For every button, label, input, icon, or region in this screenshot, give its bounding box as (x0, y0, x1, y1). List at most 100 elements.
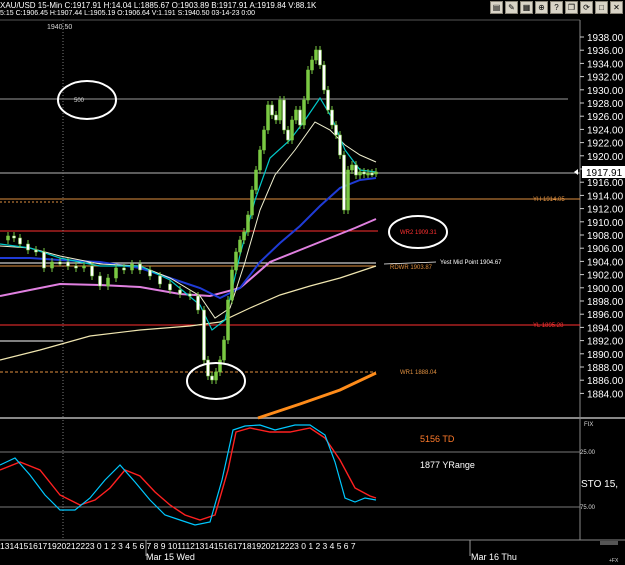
day-label-2: Mar 16 Thu (471, 552, 517, 562)
candle-body (326, 89, 330, 111)
label-yl: YL 1895.28 (533, 323, 564, 329)
candle-body (342, 154, 346, 211)
candle-body (196, 295, 200, 311)
circle-annotation-500 (57, 80, 117, 120)
candle-body (66, 261, 70, 267)
candle-body (6, 235, 10, 241)
candle-body (298, 109, 302, 126)
candle-body (318, 49, 322, 66)
price-tick-label: 1920.00 (587, 152, 624, 163)
candle-body (246, 214, 250, 233)
candle-body (270, 104, 274, 116)
price-tick-label: 1898.00 (587, 297, 624, 308)
sto-label: STO 15, (581, 479, 618, 490)
price-tick-label: 1930.00 (587, 86, 624, 97)
candle-body (290, 119, 294, 141)
price-tick-label: 1890.00 (587, 350, 624, 361)
candle-body (178, 289, 182, 295)
candle-body (226, 299, 230, 341)
candle-body (358, 171, 362, 176)
price-tick-label: 1932.00 (587, 73, 624, 84)
candle-body (58, 261, 62, 265)
candle-body (138, 263, 142, 271)
candle-body (258, 149, 262, 171)
candle-body (82, 265, 86, 269)
label-500: 500 (74, 98, 85, 104)
candle-body (42, 251, 46, 269)
price-pointer-icon (574, 169, 578, 175)
label-yest-mid: Yest Mid Point 1904.67 (440, 260, 502, 266)
price-tick-label: 1900.00 (587, 284, 624, 295)
label-rdwr: RDWR 1903.87 (390, 265, 433, 271)
candle-body (286, 129, 290, 141)
candle-body (322, 64, 326, 91)
price-tick-label: 1934.00 (587, 59, 624, 70)
chart-window: XAU/USD 15-Min C:1917.91 H:14.04 L:1885.… (0, 0, 625, 565)
price-tick-label: 1888.00 (587, 363, 624, 374)
time-axis-hours: 13141516171920212223 0 1 2 3 4 5 6 7 8 9… (0, 541, 356, 551)
candle-body (206, 359, 210, 377)
td-label: 5156 TD (420, 434, 455, 444)
price-tick-label: 1910.00 (587, 218, 624, 229)
yest-mid-arrow (383, 261, 437, 265)
candle-body (26, 243, 30, 251)
corner-marker: +FX (609, 558, 619, 564)
scroll-handle[interactable] (600, 541, 618, 545)
price-tick-label: 1904.00 (587, 257, 624, 268)
candle-body (50, 261, 54, 269)
candle-body (314, 49, 318, 61)
ma-blue-line (0, 177, 377, 300)
candle-body (122, 267, 126, 271)
candle-body (98, 275, 102, 287)
price-tick-label: 1926.00 (587, 112, 624, 123)
candle-body (266, 104, 270, 131)
candle-body (282, 99, 286, 131)
price-tick-label: 1906.00 (587, 244, 624, 255)
candle-body (114, 267, 118, 279)
candle-body (370, 172, 374, 176)
candle-body (158, 275, 162, 285)
price-tick-label: 1886.00 (587, 376, 624, 387)
candle-body (338, 134, 342, 156)
candle-body (350, 164, 354, 171)
price-tick-label: 1884.00 (587, 389, 624, 400)
candle-body (230, 269, 234, 301)
label-top-value: 1940.50 (47, 24, 72, 31)
candle-body (130, 263, 134, 271)
candle-body (188, 293, 192, 297)
candle-body (306, 69, 310, 101)
sto-axis-75: 75.00 (580, 505, 596, 511)
candle-body (106, 277, 110, 287)
price-tick-label: 1916.00 (587, 178, 624, 189)
price-tick-label: 1922.00 (587, 139, 624, 150)
candle-body (330, 109, 334, 126)
price-tick-label: 1908.00 (587, 231, 624, 242)
price-tick-label: 1914.00 (587, 191, 624, 202)
price-tick-label: 1902.00 (587, 271, 624, 282)
price-tick-label: 1938.00 (587, 33, 624, 44)
candle-body (334, 124, 338, 136)
candle-body (202, 309, 206, 361)
candle-body (74, 265, 78, 269)
ma-white-line (0, 121, 377, 319)
candle-body (234, 251, 238, 271)
day-label-1: Mar 15 Wed (146, 552, 195, 562)
price-tick-label: 1896.00 (587, 310, 624, 321)
candle-body (250, 189, 254, 216)
price-tick-label: 1924.00 (587, 125, 624, 136)
candle-body (374, 171, 378, 175)
current-price: 1917.91 (586, 168, 623, 179)
price-tick-label: 1894.00 (587, 323, 624, 334)
candle-body (12, 235, 16, 239)
price-tick-label: 1936.00 (587, 46, 624, 57)
candle-body (238, 239, 242, 253)
price-tick-label: 1928.00 (587, 99, 624, 110)
candle-body (148, 269, 152, 277)
candle-body (210, 375, 214, 381)
candle-body (218, 359, 222, 373)
yrange-label: 1877 YRange (420, 460, 475, 470)
candle-body (34, 249, 38, 253)
sto-fast-line (0, 424, 377, 526)
label-wr2: WR2 1909.31 (400, 230, 437, 236)
candle-body (90, 265, 94, 277)
